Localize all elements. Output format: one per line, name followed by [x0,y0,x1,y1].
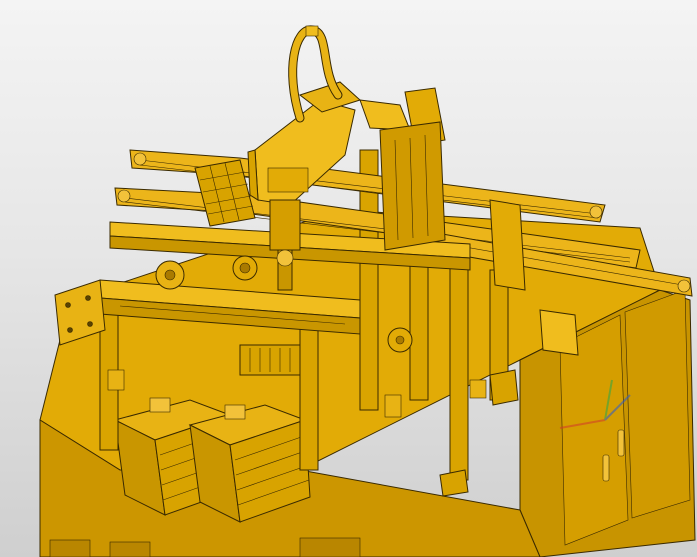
cabinet-door-handle [617,429,625,457]
assembly-model[interactable] [0,0,697,557]
cabinet-door-handle [602,454,610,482]
cad-viewport[interactable] [0,0,697,557]
feeder-block [239,344,301,376]
